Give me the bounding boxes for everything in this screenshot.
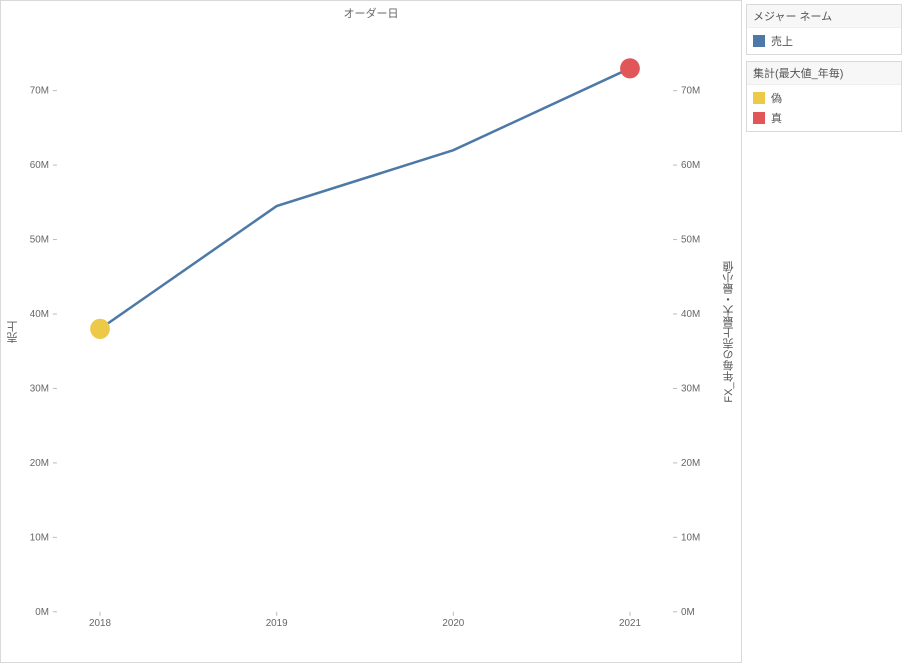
legend-title-measure: メジャー ネーム [747, 5, 901, 28]
svg-text:60M: 60M [30, 160, 49, 171]
svg-text:0M: 0M [35, 607, 49, 618]
svg-text:50M: 50M [681, 234, 700, 245]
svg-text:60M: 60M [681, 160, 700, 171]
legend-items-measure: 売上 [747, 28, 901, 54]
svg-text:0M: 0M [681, 607, 695, 618]
legend-label: 売上 [771, 33, 793, 49]
svg-text:2018: 2018 [89, 618, 111, 629]
legend-label: 偽 [771, 90, 782, 106]
svg-text:20M: 20M [681, 458, 700, 469]
legend-swatch [753, 112, 765, 124]
chart-pane[interactable]: オーダー日 売上 FX_年毎の売上最大・最小値 0M0M10M10M20M20M… [0, 0, 742, 663]
svg-text:30M: 30M [681, 383, 700, 394]
svg-text:50M: 50M [30, 234, 49, 245]
legend-swatch [753, 35, 765, 47]
svg-text:20M: 20M [30, 458, 49, 469]
y-axis-right-label: FX_年毎の売上最大・最小値 [721, 261, 737, 402]
svg-text:40M: 40M [30, 309, 49, 320]
chart-title: オーダー日 [1, 5, 741, 21]
root: オーダー日 売上 FX_年毎の売上最大・最小値 0M0M10M10M20M20M… [0, 0, 902, 663]
legend-swatch [753, 92, 765, 104]
y-axis-left-label: 売上 [5, 321, 21, 343]
legend-block-measure: メジャー ネーム 売上 [746, 4, 902, 55]
svg-text:2021: 2021 [619, 618, 641, 629]
svg-text:70M: 70M [30, 86, 49, 97]
svg-text:30M: 30M [30, 383, 49, 394]
svg-text:10M: 10M [30, 532, 49, 543]
legend-items-agg: 偽真 [747, 85, 901, 131]
svg-text:40M: 40M [681, 309, 700, 320]
svg-text:2019: 2019 [266, 618, 288, 629]
legend-item[interactable]: 真 [751, 108, 897, 128]
legend-block-agg: 集計(最大値_年毎) 偽真 [746, 61, 902, 132]
legend-item[interactable]: 売上 [751, 31, 897, 51]
plot-area[interactable]: 0M0M10M10M20M20M30M30M40M40M50M50M60M60M… [49, 23, 681, 630]
legend-title-agg: 集計(最大値_年毎) [747, 62, 901, 85]
chart-svg: 0M0M10M10M20M20M30M30M40M40M50M50M60M60M… [49, 23, 681, 630]
legend-label: 真 [771, 110, 782, 126]
svg-text:10M: 10M [681, 532, 700, 543]
svg-text:2020: 2020 [442, 618, 464, 629]
legend-item[interactable]: 偽 [751, 88, 897, 108]
svg-text:70M: 70M [681, 86, 700, 97]
legend-pane: メジャー ネーム 売上 集計(最大値_年毎) 偽真 [742, 0, 902, 663]
